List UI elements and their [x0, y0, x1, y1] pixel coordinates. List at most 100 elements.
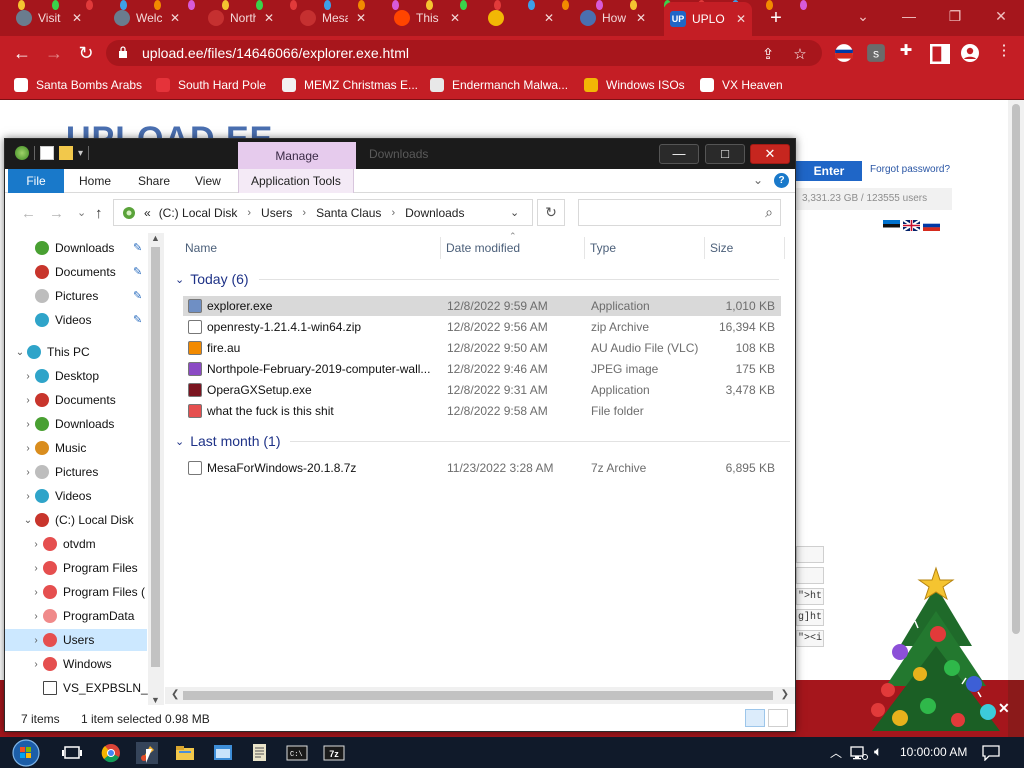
chevron-down-icon[interactable]: ⌄ — [13, 347, 27, 358]
nav-item[interactable]: › Pictures — [5, 461, 147, 483]
table-row[interactable]: what the fuck is this shit 12/8/2022 9:58… — [183, 401, 781, 421]
chevron-down-icon[interactable]: ⌄ — [510, 206, 519, 219]
minimize-button[interactable]: — — [886, 0, 932, 32]
manage-context-tab[interactable]: Manage — [238, 142, 356, 169]
new-tab-button[interactable]: + — [764, 6, 788, 30]
chevron-right-icon[interactable]: › — [29, 659, 43, 670]
profile-avatar-icon[interactable] — [960, 43, 980, 63]
nav-item[interactable]: › Users — [5, 629, 147, 651]
breadcrumb-downloads[interactable]: Downloads — [405, 206, 464, 220]
nav-item[interactable]: › Program Files ( — [5, 581, 147, 603]
chevron-right-icon[interactable]: › — [21, 419, 35, 430]
chevron-down-icon[interactable]: ⌄ — [175, 273, 184, 286]
breadcrumb-users[interactable]: Users — [261, 206, 292, 220]
nav-item[interactable]: › Windows — [5, 653, 147, 675]
system-clock[interactable]: 10:00:00 AM — [900, 745, 967, 759]
task-view-icon[interactable] — [61, 742, 83, 764]
network-icon[interactable] — [850, 746, 868, 760]
close-window-button[interactable]: ✕ — [978, 0, 1024, 32]
address-bar[interactable]: upload.ee/files/14646066/explorer.exe.ht… — [106, 40, 822, 66]
table-row[interactable]: fire.au 12/8/2022 9:50 AM AU Audio File (V… — [183, 338, 781, 358]
side-panel-icon[interactable] — [930, 44, 950, 64]
chevron-right-icon[interactable]: › — [21, 395, 35, 406]
nav-item[interactable]: › Documents — [5, 389, 147, 411]
nav-item[interactable]: › ProgramData — [5, 605, 147, 627]
chrome-icon[interactable] — [100, 742, 122, 764]
tab-home[interactable]: Home — [67, 169, 123, 193]
extension-s-icon[interactable]: s — [866, 43, 886, 63]
nav-item[interactable]: › Downloads — [5, 413, 147, 435]
tab-application-tools[interactable]: Application Tools — [238, 169, 354, 193]
estonia-flag-icon[interactable] — [883, 220, 900, 231]
tab-close-icon[interactable]: ✕ — [736, 12, 746, 26]
expand-ribbon-icon[interactable]: ⌄ — [753, 173, 763, 187]
table-row[interactable]: explorer.exe 12/8/2022 9:59 AM Application… — [183, 296, 781, 316]
window-app-icon[interactable] — [212, 742, 234, 764]
tab-share[interactable]: Share — [126, 169, 182, 193]
chevron-right-icon[interactable]: › — [29, 587, 43, 598]
column-name[interactable]: Name — [185, 241, 217, 255]
tab-close-icon[interactable]: ✕ — [544, 11, 554, 25]
7zip-icon[interactable]: 7z — [323, 742, 345, 764]
chevron-right-icon[interactable]: › — [29, 539, 43, 550]
pin-icon[interactable]: ✎ — [133, 265, 145, 278]
extensions-puzzle-icon[interactable]: ✚ — [896, 41, 916, 61]
details-view-button[interactable] — [745, 709, 765, 727]
back-arrow-icon[interactable]: ← — [21, 205, 36, 222]
command-prompt-icon[interactable]: C:\ — [286, 742, 308, 764]
chevron-right-icon[interactable]: › — [21, 467, 35, 478]
breadcrumb[interactable]: « (C:) Local Disk › Users › Santa Claus … — [113, 199, 533, 226]
explorer-minimize-button[interactable]: — — [659, 144, 699, 164]
column-divider[interactable] — [584, 237, 585, 259]
chevron-right-icon[interactable]: › — [29, 611, 43, 622]
table-row[interactable]: MesaForWindows-20.1.8.7z 11/23/2022 3:28 … — [183, 458, 781, 478]
breadcrumb-local-disk[interactable]: (C:) Local Disk — [159, 206, 238, 220]
bookmark-item[interactable]: South Hard Pole — [156, 76, 266, 94]
up-arrow-icon[interactable]: ↑ — [95, 205, 103, 222]
nav-item[interactable]: Downloads ✎ — [5, 237, 147, 259]
notepad-icon[interactable] — [248, 742, 270, 764]
pin-icon[interactable]: ✎ — [133, 289, 145, 302]
column-divider[interactable] — [784, 237, 785, 259]
bookmark-item[interactable]: Santa Bombs Arabs — [14, 76, 142, 94]
chevron-right-icon[interactable]: › — [29, 563, 43, 574]
bookmark-item[interactable]: Endermanch Malwa... — [430, 76, 568, 94]
tab-close-icon[interactable]: ✕ — [170, 11, 180, 25]
browser-tab[interactable]: UP UPLO ✕ — [664, 2, 753, 36]
tab-close-icon[interactable]: ✕ — [264, 11, 274, 25]
chevron-up-icon[interactable]: ︿ — [830, 744, 842, 761]
forgot-password-link[interactable]: Forgot password? — [870, 164, 950, 175]
recent-dropdown-icon[interactable]: ⌄ — [77, 206, 86, 219]
tab-close-icon[interactable]: ✕ — [450, 11, 460, 25]
bookmark-item[interactable]: MEMZ Christmas E... — [282, 76, 418, 94]
pin-icon[interactable]: ✎ — [133, 313, 145, 326]
chevron-right-icon[interactable]: › — [29, 635, 43, 646]
search-input[interactable]: ⌕ — [578, 199, 781, 226]
column-divider[interactable] — [704, 237, 705, 259]
nav-item[interactable]: › Videos — [5, 485, 147, 507]
table-row[interactable]: OperaGXSetup.exe 12/8/2022 9:31 AM Applica… — [183, 380, 781, 400]
reload-icon[interactable]: ↻ — [74, 41, 98, 65]
bookmark-item[interactable]: Windows ISOs — [584, 76, 685, 94]
pin-icon[interactable]: ✎ — [133, 241, 145, 254]
kebab-menu-icon[interactable]: ⋮ — [994, 41, 1014, 61]
column-size[interactable]: Size — [710, 241, 733, 255]
browser-tab[interactable]: Visit ✕ — [10, 4, 88, 32]
nav-item[interactable]: Documents ✎ — [5, 261, 147, 283]
embed-code-field[interactable]: ">htt — [796, 588, 824, 605]
tab-view[interactable]: View — [183, 169, 233, 193]
russia-flag-icon[interactable] — [923, 220, 940, 231]
embed-code-field[interactable] — [796, 546, 824, 563]
explorer-maximize-button[interactable]: □ — [705, 144, 745, 164]
nav-item[interactable]: Videos ✎ — [5, 309, 147, 331]
table-row[interactable]: openresty-1.21.4.1-win64.zip 12/8/2022 9:… — [183, 317, 781, 337]
bookmark-star-icon[interactable]: ☆ — [790, 45, 810, 65]
qat-dropdown-icon[interactable]: ▾ — [78, 148, 83, 159]
restore-button[interactable]: ❐ — [932, 0, 978, 32]
chevron-down-icon[interactable]: ⌄ — [21, 515, 35, 526]
embed-code-field[interactable]: g]http — [796, 609, 824, 626]
tab-close-icon[interactable]: ✕ — [72, 11, 82, 25]
back-icon[interactable]: ← — [10, 41, 34, 65]
tab-file[interactable]: File — [8, 169, 64, 193]
nav-item[interactable]: › Music — [5, 437, 147, 459]
